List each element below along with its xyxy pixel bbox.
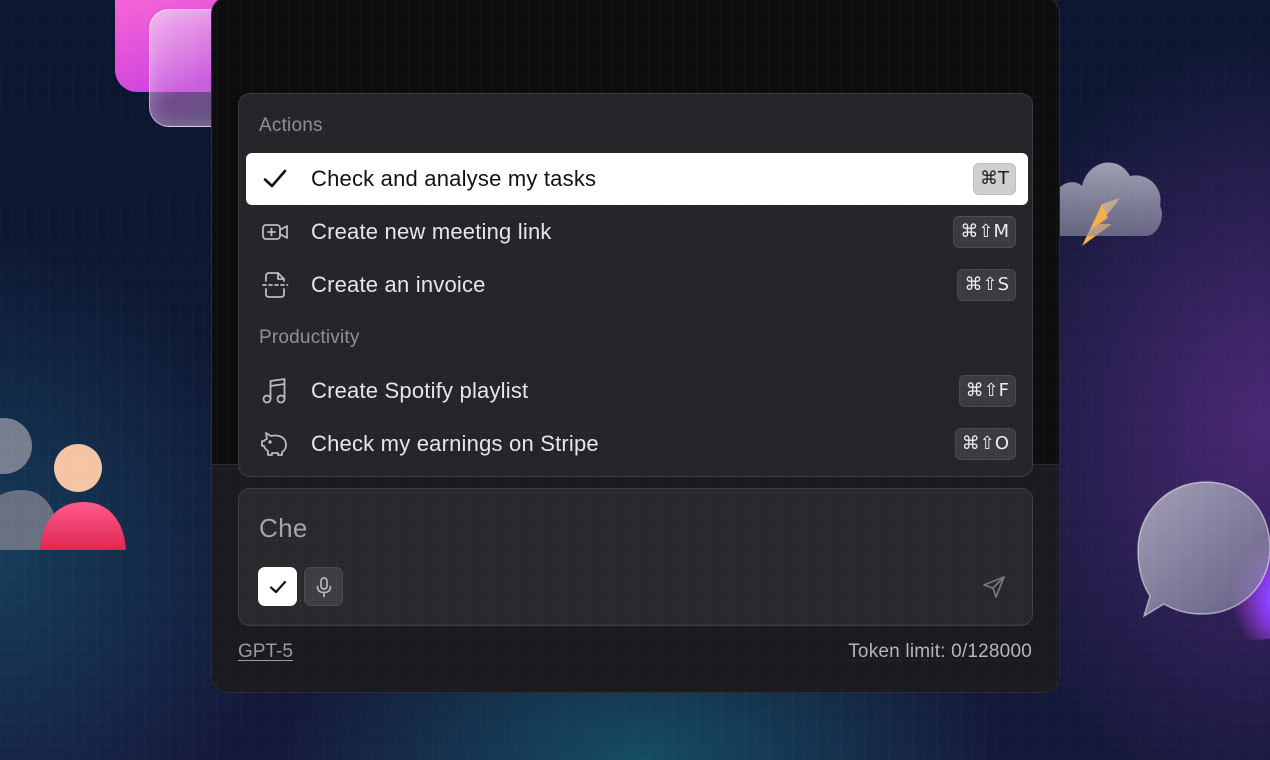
prompt-input[interactable]: Che [259, 513, 308, 544]
prompt-composer[interactable]: Che [238, 488, 1033, 626]
send-icon [983, 576, 1005, 598]
menu-item-meeting-link[interactable]: Create new meeting link ⌘⇧M [246, 206, 1028, 258]
actions-toggle-button[interactable] [258, 567, 297, 606]
menu-item-label: Create new meeting link [311, 219, 552, 244]
menu-item-label: Check my earnings on Stripe [311, 431, 599, 456]
menu-item-label: Create Spotify playlist [311, 378, 529, 403]
token-limit-text: Token limit: 0/128000 [848, 641, 1032, 662]
people-decoration [0, 418, 126, 550]
shortcut-badge: ⌘⇧F [958, 375, 1016, 407]
cloud-lightning-decoration [1046, 162, 1163, 246]
music-note-icon [260, 376, 290, 406]
piggy-bank-icon [260, 429, 290, 459]
menu-item-analyse-tasks[interactable]: Check and analyse my tasks ⌘T [246, 153, 1028, 205]
shortcut-badge: ⌘⇧O [954, 428, 1016, 460]
section-label-actions: Actions [259, 115, 323, 136]
command-menu: Actions Check and analyse my tasks ⌘T Cr… [238, 93, 1033, 477]
model-selector-link[interactable]: GPT-5 [238, 641, 293, 663]
chat-bubble-decoration [1137, 481, 1270, 640]
shortcut-badge: ⌘⇧M [953, 216, 1016, 248]
microphone-button[interactable] [304, 567, 343, 606]
menu-item-label: Check and analyse my tasks [311, 166, 597, 191]
check-icon [260, 164, 290, 194]
invoice-icon [260, 270, 290, 300]
video-plus-icon [260, 217, 290, 247]
menu-item-stripe-earnings[interactable]: Check my earnings on Stripe ⌘⇧O [246, 418, 1028, 470]
section-label-productivity: Productivity [259, 327, 360, 348]
shortcut-badge: ⌘T [973, 163, 1016, 195]
microphone-icon [316, 576, 331, 597]
menu-item-label: Create an invoice [311, 272, 486, 297]
menu-item-spotify-playlist[interactable]: Create Spotify playlist ⌘⇧F [246, 365, 1028, 417]
check-icon [269, 580, 286, 593]
send-button[interactable] [976, 569, 1012, 605]
menu-item-invoice[interactable]: Create an invoice ⌘⇧S [246, 259, 1028, 311]
shortcut-badge: ⌘⇧S [957, 269, 1016, 301]
